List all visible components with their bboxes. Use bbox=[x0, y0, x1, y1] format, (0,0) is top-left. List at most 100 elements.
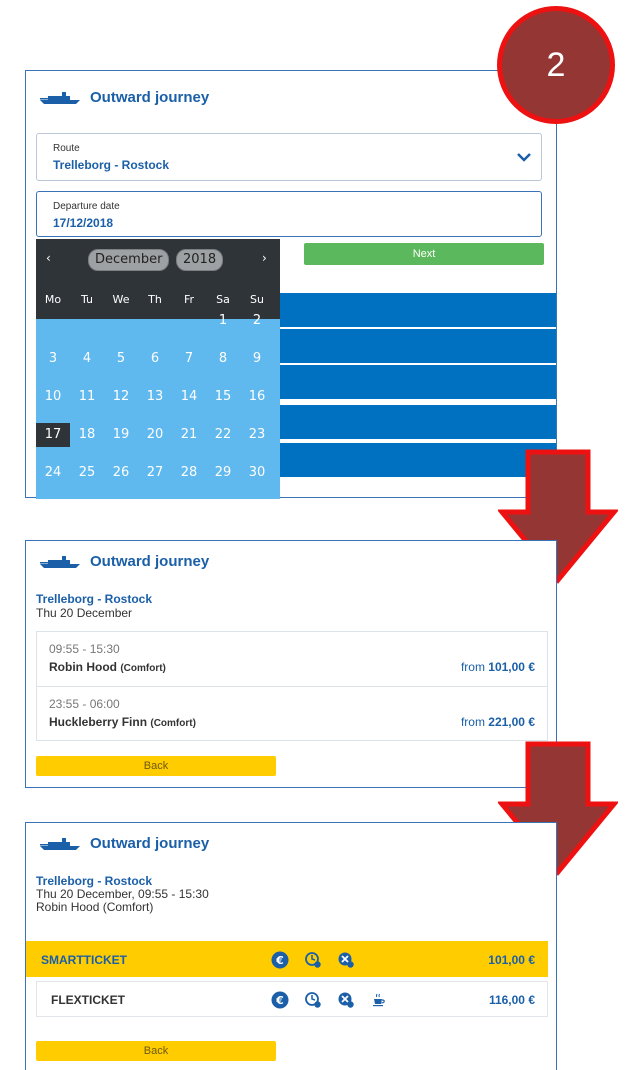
result-row-placeholder bbox=[280, 329, 556, 363]
route-value: Trelleborg - Rostock bbox=[53, 158, 170, 172]
departure-price: from 221,00 € bbox=[460, 715, 535, 729]
departure-time: 09:55 - 15:30 bbox=[49, 642, 120, 656]
result-row-placeholder bbox=[280, 365, 556, 399]
departure-item[interactable]: 23:55 - 06:00 Huckleberry Finn (Comfort)… bbox=[37, 686, 547, 740]
panel-header: Outward journey bbox=[38, 553, 209, 570]
route-label: Route bbox=[53, 143, 80, 154]
euro-icon: € bbox=[271, 991, 289, 1009]
calendar-day[interactable]: 2 bbox=[240, 309, 274, 333]
ferry-icon bbox=[40, 837, 80, 850]
departure-date-field[interactable]: Departure date 17/12/2018 bbox=[36, 191, 542, 237]
calendar-day[interactable]: 15 bbox=[206, 385, 240, 409]
weekday-label: We bbox=[112, 293, 130, 306]
calendar-header: ‹ December 2018 › bbox=[36, 239, 280, 279]
ship-name: Huckleberry Finn (Comfort) bbox=[49, 715, 196, 729]
calendar-day[interactable]: 23 bbox=[240, 423, 274, 447]
ticket-price: 101,00 € bbox=[488, 953, 535, 967]
panel-header: Outward journey bbox=[38, 835, 209, 852]
coffee-icon bbox=[373, 993, 385, 1007]
departure-list: 09:55 - 15:30 Robin Hood (Comfort) from … bbox=[36, 631, 548, 741]
ferry-icon bbox=[40, 91, 80, 104]
outward-journey-panel-tickets: Outward journey Trelleborg - Rostock Thu… bbox=[25, 822, 557, 1070]
departure-time: 23:55 - 06:00 bbox=[49, 697, 120, 711]
next-month-button[interactable]: › bbox=[262, 251, 267, 265]
clock-refresh-icon bbox=[305, 952, 321, 968]
panel-header: Outward journey bbox=[38, 89, 209, 106]
calendar-day[interactable]: 19 bbox=[104, 423, 138, 447]
departure-item[interactable]: 09:55 - 15:30 Robin Hood (Comfort) from … bbox=[37, 632, 547, 686]
calendar-day[interactable]: 30 bbox=[240, 461, 274, 485]
ferry-icon bbox=[40, 555, 80, 568]
calendar-day[interactable]: 16 bbox=[240, 385, 274, 409]
calendar-day[interactable]: 28 bbox=[172, 461, 206, 485]
ticket-features: € bbox=[271, 950, 355, 970]
route-name: Trelleborg - Rostock bbox=[36, 874, 153, 888]
calendar-day[interactable]: 27 bbox=[138, 461, 172, 485]
ticket-features: € bbox=[271, 990, 388, 1010]
calendar-day[interactable]: 29 bbox=[206, 461, 240, 485]
panel-title: Outward journey bbox=[90, 89, 210, 106]
calendar-day[interactable]: 31 bbox=[36, 499, 70, 523]
outward-journey-panel-departures: Outward journey Trelleborg - Rostock Thu… bbox=[25, 540, 557, 788]
travel-date-time: Thu 20 December, 09:55 - 15:30 bbox=[36, 887, 209, 901]
svg-text:€: € bbox=[275, 994, 284, 1007]
calendar-day[interactable]: 13 bbox=[138, 385, 172, 409]
weekday-label: Th bbox=[148, 293, 162, 306]
year-select[interactable]: 2018 bbox=[176, 249, 224, 271]
cancel-icon bbox=[338, 952, 354, 968]
calendar-day[interactable]: 20 bbox=[138, 423, 172, 447]
calendar-day[interactable]: 25 bbox=[70, 461, 104, 485]
cancel-icon bbox=[338, 992, 354, 1008]
departure-date-label: Departure date bbox=[53, 201, 120, 212]
calendar-day[interactable]: 26 bbox=[104, 461, 138, 485]
ticket-name: FLEXTICKET bbox=[51, 993, 125, 1007]
chevron-down-icon bbox=[517, 153, 531, 162]
calendar-day[interactable]: 7 bbox=[172, 347, 206, 371]
step-number-badge: 2 bbox=[497, 6, 615, 124]
calendar-day[interactable]: 1 bbox=[206, 309, 240, 333]
clock-refresh-icon bbox=[305, 992, 321, 1008]
prev-month-button[interactable]: ‹ bbox=[46, 251, 51, 265]
weekday-label: Su bbox=[250, 293, 264, 306]
ticket-option-flexticket[interactable]: FLEXTICKET € 116,00 € bbox=[36, 981, 548, 1017]
calendar-day[interactable]: 4 bbox=[70, 347, 104, 371]
svg-text:€: € bbox=[275, 954, 284, 967]
calendar-day[interactable]: 6 bbox=[138, 347, 172, 371]
calendar-day[interactable]: 9 bbox=[240, 347, 274, 371]
month-select[interactable]: December bbox=[88, 249, 170, 271]
calendar-day[interactable]: 8 bbox=[206, 347, 240, 371]
travel-date: Thu 20 December bbox=[36, 606, 133, 620]
next-button[interactable]: Next bbox=[304, 243, 544, 265]
calendar-day[interactable]: 12 bbox=[104, 385, 138, 409]
calendar-day[interactable]: 24 bbox=[36, 461, 70, 485]
weekday-label: Mo bbox=[44, 293, 62, 306]
euro-icon: € bbox=[271, 951, 289, 969]
result-row-placeholder bbox=[280, 405, 556, 439]
calendar-day[interactable]: 17 bbox=[36, 423, 70, 447]
calendar-day[interactable]: 14 bbox=[172, 385, 206, 409]
calendar-day[interactable]: 22 bbox=[206, 423, 240, 447]
calendar-day[interactable]: 5 bbox=[104, 347, 138, 371]
weekday-label: Fr bbox=[183, 293, 195, 306]
departure-date-value: 17/12/2018 bbox=[53, 216, 114, 230]
ticket-price: 116,00 € bbox=[488, 993, 535, 1007]
panel-title: Outward journey bbox=[90, 835, 210, 852]
calendar-day[interactable]: 10 bbox=[36, 385, 70, 409]
result-row-placeholder bbox=[280, 293, 556, 327]
outward-journey-panel-date: Outward journey Route Trelleborg - Rosto… bbox=[25, 70, 557, 518]
ticket-option-smartticket[interactable]: SMARTTICKET € 101,00 € bbox=[26, 941, 548, 977]
calendar-day[interactable]: 3 bbox=[36, 347, 70, 371]
departure-price: from 101,00 € bbox=[460, 660, 535, 674]
back-button[interactable]: Back bbox=[36, 756, 276, 776]
ship-name: Robin Hood (Comfort) bbox=[49, 660, 166, 674]
ship-info: Robin Hood (Comfort) bbox=[36, 900, 154, 914]
route-name: Trelleborg - Rostock bbox=[36, 592, 153, 606]
weekday-label: Sa bbox=[216, 293, 230, 306]
calendar-day[interactable]: 21 bbox=[172, 423, 206, 447]
weekday-label: Tu bbox=[80, 293, 94, 306]
date-picker-calendar: ‹ December 2018 › Mo Tu We Th Fr Sa Su 1… bbox=[36, 239, 280, 518]
back-button[interactable]: Back bbox=[36, 1041, 276, 1061]
route-select[interactable]: Route Trelleborg - Rostock bbox=[36, 133, 542, 181]
calendar-day[interactable]: 18 bbox=[70, 423, 104, 447]
calendar-day[interactable]: 11 bbox=[70, 385, 104, 409]
